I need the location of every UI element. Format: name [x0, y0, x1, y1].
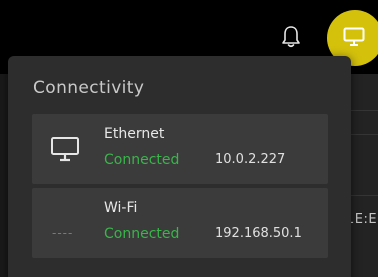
connection-item-ethernet[interactable]: Ethernet Connected 10.0.2.227: [32, 114, 328, 184]
monitor-icon: [343, 27, 365, 46]
panel-title: Connectivity: [33, 78, 145, 98]
connection-name: Ethernet: [104, 126, 165, 142]
bell-icon[interactable]: [279, 24, 303, 50]
monitor-icon: [50, 136, 80, 162]
connection-status: Connected: [104, 226, 180, 242]
connection-ip: 10.0.2.227: [215, 152, 286, 167]
app-root: 1E:E Connectivity Ethernet Connected 10.…: [0, 0, 378, 277]
connection-ip: 192.168.50.1: [215, 226, 302, 241]
connectivity-panel: Connectivity Ethernet Connected 10.0.2.2…: [8, 56, 351, 277]
connection-name: Wi-Fi: [104, 200, 138, 216]
connection-item-wifi[interactable]: ---- Wi-Fi Connected 192.168.50.1: [32, 188, 328, 258]
connection-status: Connected: [104, 152, 180, 168]
wifi-placeholder-icon: ----: [52, 226, 74, 240]
